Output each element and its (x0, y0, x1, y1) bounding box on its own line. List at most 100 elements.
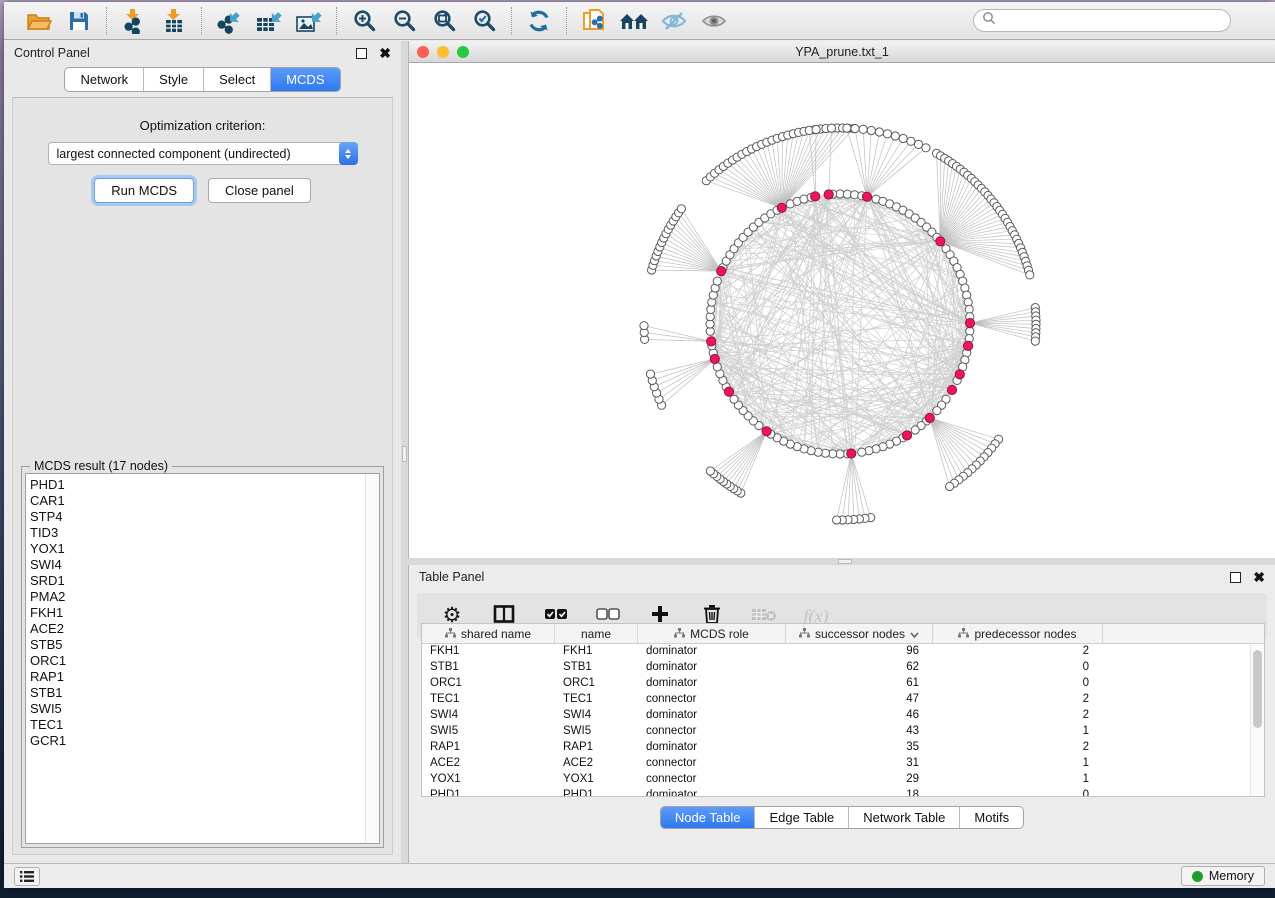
cell-shared-name[interactable]: FKH1 (422, 644, 555, 660)
export-network-button[interactable] (210, 5, 248, 37)
mcds-result-item[interactable]: RAP1 (30, 669, 365, 685)
mcds-result-item[interactable]: FKH1 (30, 605, 365, 621)
cell-MCDS-role[interactable]: dominator (638, 660, 786, 676)
zoom-selected-button[interactable] (465, 5, 503, 37)
cell-MCDS-role[interactable]: connector (638, 724, 786, 740)
mcds-result-item[interactable]: TEC1 (30, 717, 365, 733)
save-session-button[interactable] (60, 5, 98, 37)
hide-selected-button[interactable] (655, 5, 693, 37)
float-panel-button[interactable] (356, 48, 367, 59)
cell-successor-nodes[interactable]: 46 (786, 708, 933, 724)
network-canvas[interactable] (409, 64, 1275, 558)
cell-name[interactable]: ACE2 (555, 756, 638, 772)
cell-predecessor-nodes[interactable]: 1 (933, 772, 1103, 788)
cell-shared-name[interactable]: SWI4 (422, 708, 555, 724)
zoom-in-button[interactable] (345, 5, 383, 37)
mcds-result-item[interactable]: PHD1 (30, 477, 365, 493)
tab-network-table[interactable]: Network Table (849, 807, 960, 828)
cell-successor-nodes[interactable]: 31 (786, 756, 933, 772)
cell-successor-nodes[interactable]: 18 (786, 788, 933, 796)
mcds-result-list[interactable]: PHD1CAR1STP4TID3YOX1SWI4SRD1PMA2FKH1ACE2… (25, 473, 380, 844)
cell-name[interactable]: YOX1 (555, 772, 638, 788)
cell-shared-name[interactable]: YOX1 (422, 772, 555, 788)
table-row[interactable]: RAP1RAP1dominator352 (422, 740, 1250, 756)
vertical-splitter[interactable] (401, 41, 408, 863)
table-row[interactable]: PHD1PHD1dominator180 (422, 788, 1250, 796)
cell-name[interactable]: SWI4 (555, 708, 638, 724)
cell-shared-name[interactable]: TEC1 (422, 692, 555, 708)
export-table-button[interactable] (250, 5, 288, 37)
cell-name[interactable]: TEC1 (555, 692, 638, 708)
table-scrollbar-thumb[interactable] (1253, 650, 1262, 728)
run-mcds-button[interactable]: Run MCDS (94, 178, 194, 203)
first-neighbors-button[interactable] (615, 5, 653, 37)
mcds-result-item[interactable]: SRD1 (30, 573, 365, 589)
search-input[interactable] (1001, 14, 1222, 28)
zoom-out-button[interactable] (385, 5, 423, 37)
mcds-result-item[interactable]: ORC1 (30, 653, 365, 669)
mcds-result-item[interactable]: TID3 (30, 525, 365, 541)
cell-predecessor-nodes[interactable]: 1 (933, 756, 1103, 772)
tab-network[interactable]: Network (65, 68, 144, 91)
open-session-button[interactable] (20, 5, 58, 37)
table-scrollbar[interactable] (1250, 644, 1264, 796)
network-graph[interactable] (409, 64, 1275, 558)
cell-shared-name[interactable]: PHD1 (422, 788, 555, 796)
cell-name[interactable]: RAP1 (555, 740, 638, 756)
tab-motifs[interactable]: Motifs (960, 807, 1023, 828)
cell-MCDS-role[interactable]: connector (638, 772, 786, 788)
mcds-result-item[interactable]: STB1 (30, 685, 365, 701)
tab-style[interactable]: Style (144, 68, 204, 91)
duplicate-network-button[interactable] (575, 5, 613, 37)
mcds-result-item[interactable]: ACE2 (30, 621, 365, 637)
cell-predecessor-nodes[interactable]: 0 (933, 788, 1103, 796)
cell-predecessor-nodes[interactable]: 2 (933, 740, 1103, 756)
tab-mcds[interactable]: MCDS (271, 68, 339, 91)
mcds-result-item[interactable]: YOX1 (30, 541, 365, 557)
table-row[interactable]: FKH1FKH1dominator962 (422, 644, 1250, 660)
zoom-fit-button[interactable] (425, 5, 463, 37)
cell-successor-nodes[interactable]: 35 (786, 740, 933, 756)
cell-name[interactable]: FKH1 (555, 644, 638, 660)
mcds-result-item[interactable]: SWI4 (30, 557, 365, 573)
task-history-button[interactable] (14, 867, 40, 886)
search-box[interactable] (973, 9, 1231, 32)
cell-MCDS-role[interactable]: connector (638, 692, 786, 708)
cell-shared-name[interactable]: STB1 (422, 660, 555, 676)
cell-shared-name[interactable]: ORC1 (422, 676, 555, 692)
mcds-result-item[interactable]: GCR1 (30, 733, 365, 749)
table-row[interactable]: SWI4SWI4dominator462 (422, 708, 1250, 724)
column-header-shared-name[interactable]: shared name (422, 624, 555, 643)
horizontal-splitter[interactable] (408, 558, 1275, 565)
import-network-button[interactable] (115, 5, 153, 37)
close-panel-icon[interactable]: ✖ (379, 48, 391, 59)
tab-node-table[interactable]: Node Table (661, 807, 756, 828)
cell-name[interactable]: SWI5 (555, 724, 638, 740)
cell-predecessor-nodes[interactable]: 2 (933, 708, 1103, 724)
table-row[interactable]: TEC1TEC1connector472 (422, 692, 1250, 708)
cell-MCDS-role[interactable]: connector (638, 756, 786, 772)
cell-predecessor-nodes[interactable]: 1 (933, 724, 1103, 740)
tab-edge-table[interactable]: Edge Table (755, 807, 849, 828)
refresh-button[interactable] (520, 5, 558, 37)
cell-shared-name[interactable]: ACE2 (422, 756, 555, 772)
cell-predecessor-nodes[interactable]: 0 (933, 676, 1103, 692)
table-row[interactable]: ORC1ORC1dominator610 (422, 676, 1250, 692)
mcds-result-item[interactable]: CAR1 (30, 493, 365, 509)
close-table-panel-icon[interactable]: ✖ (1253, 572, 1265, 583)
cell-MCDS-role[interactable]: dominator (638, 708, 786, 724)
table-row[interactable]: STB1STB1dominator620 (422, 660, 1250, 676)
cell-shared-name[interactable]: RAP1 (422, 740, 555, 756)
cell-shared-name[interactable]: SWI5 (422, 724, 555, 740)
float-table-panel-button[interactable] (1230, 572, 1241, 583)
column-header-MCDS-role[interactable]: MCDS role (638, 624, 786, 643)
cell-successor-nodes[interactable]: 62 (786, 660, 933, 676)
cell-successor-nodes[interactable]: 96 (786, 644, 933, 660)
vertical-splitter-grip[interactable] (402, 446, 407, 462)
cell-successor-nodes[interactable]: 61 (786, 676, 933, 692)
show-all-button[interactable] (695, 5, 733, 37)
cell-MCDS-role[interactable]: dominator (638, 740, 786, 756)
cell-name[interactable]: PHD1 (555, 788, 638, 796)
cell-MCDS-role[interactable]: dominator (638, 676, 786, 692)
cell-MCDS-role[interactable]: dominator (638, 788, 786, 796)
